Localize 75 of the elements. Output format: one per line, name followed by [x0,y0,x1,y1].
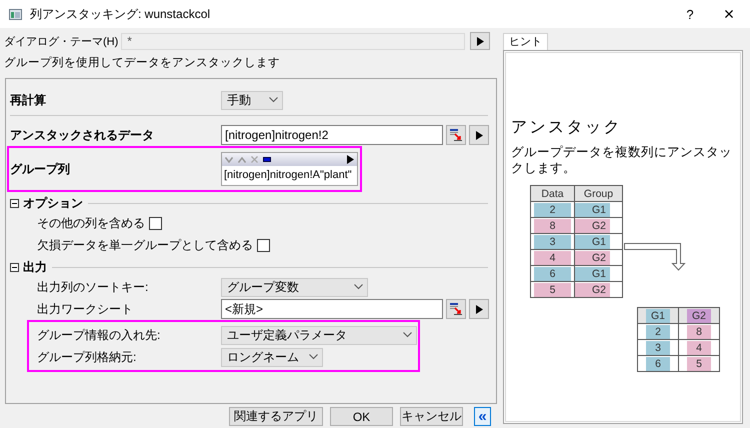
table-cell: G2 [575,282,610,296]
close-button[interactable]: × [708,4,750,24]
table-cell: 3 [646,340,670,354]
chevron-down-icon [403,332,412,338]
table-cell: G1 [575,202,610,216]
table-cell: G2 [575,250,610,264]
dialog-button[interactable]: 関連するアプリ [229,407,323,426]
range-field[interactable]: [nitrogen]nitrogen!2 [221,125,443,145]
dropdown[interactable]: ユーザ定義パラメータ [221,326,417,344]
field-label: 再計算 [10,92,47,108]
play-icon [476,36,484,46]
field-label: 出力ワークシート [37,300,134,318]
play-icon [476,304,482,314]
column-header: G2 [687,308,711,322]
dialog-button[interactable]: OK [330,407,393,426]
table-cell: G2 [575,218,610,232]
table-cell: 4 [687,340,711,354]
field-label: その他の列を含める [37,214,145,232]
column-header: G1 [646,308,670,322]
collapse-icon[interactable] [10,198,19,208]
hint-title: アンスタック [511,118,623,138]
field-label: アンスタックされるデータ [10,126,155,144]
dropdown[interactable]: 手動 [221,90,283,110]
checkbox[interactable] [149,216,162,230]
menu-button[interactable] [469,125,489,145]
help-button[interactable]: ? [672,6,708,22]
table-cell: 6 [534,266,571,280]
field-label: グループ情報の入れ先: [37,326,162,344]
table-cell: 2 [534,202,571,216]
dropdown[interactable]: ロングネーム [221,348,323,366]
field-label: 出力列のソートキー: [37,278,150,296]
select-range-button[interactable] [446,299,466,319]
column-header: Data [530,186,574,202]
arrow-drawing [624,243,686,271]
field-label: グループ列 [10,160,71,178]
dialog-button[interactable]: キャンセル [400,407,463,426]
field-label: グループ列格納元: [37,348,138,366]
range-field[interactable]: <新規> [221,299,443,319]
group-list-field[interactable]: [nitrogen]nitrogen!A"plant" [221,152,358,186]
range-icon [450,303,462,315]
column-header: Group [574,186,622,202]
table-cell: G1 [575,266,610,280]
table-cell: 5 [687,356,711,370]
hint-tab[interactable]: ヒント [503,33,548,50]
table-cell: 6 [646,356,670,370]
collapse-icon[interactable] [10,262,19,272]
window-title: 列アンスタッキング: wunstackcol [30,6,210,22]
table-cell: 5 [534,282,571,296]
menu-button[interactable] [469,299,489,319]
section-title: オプション [23,194,83,212]
hint-text: グループデータを複数列にアンスタックします。 [511,144,733,176]
dialog-description: グループ列を使用してデータをアンスタックします [4,55,281,71]
play-icon [476,130,482,140]
collapse-button[interactable]: « [474,407,491,426]
checkbox[interactable] [257,238,270,252]
chevron-down-icon [269,97,278,103]
field-label: 欠損データを単一グループとして含める [37,236,253,254]
table-cell: 2 [646,324,670,338]
triangle-icon[interactable] [347,155,354,164]
table-cell: G1 [575,234,610,248]
table-cell: 8 [534,218,571,232]
theme-label: ダイアログ・テーマ(H) [4,34,118,48]
theme-field[interactable]: * [121,32,465,50]
chevron-down-icon [309,354,318,360]
section-title: 出力 [23,258,47,276]
table-cell: 8 [687,324,711,338]
theme-menu-button[interactable] [470,32,490,50]
dropdown[interactable]: グループ変数 [221,278,368,296]
table-cell: 4 [534,250,571,264]
list-item[interactable]: [nitrogen]nitrogen!A"plant" [222,166,357,185]
app-icon [9,8,22,20]
range-icon [450,129,462,141]
select-range-button[interactable] [446,125,466,145]
chevron-down-icon [354,284,363,290]
table-cell: 3 [534,234,571,248]
